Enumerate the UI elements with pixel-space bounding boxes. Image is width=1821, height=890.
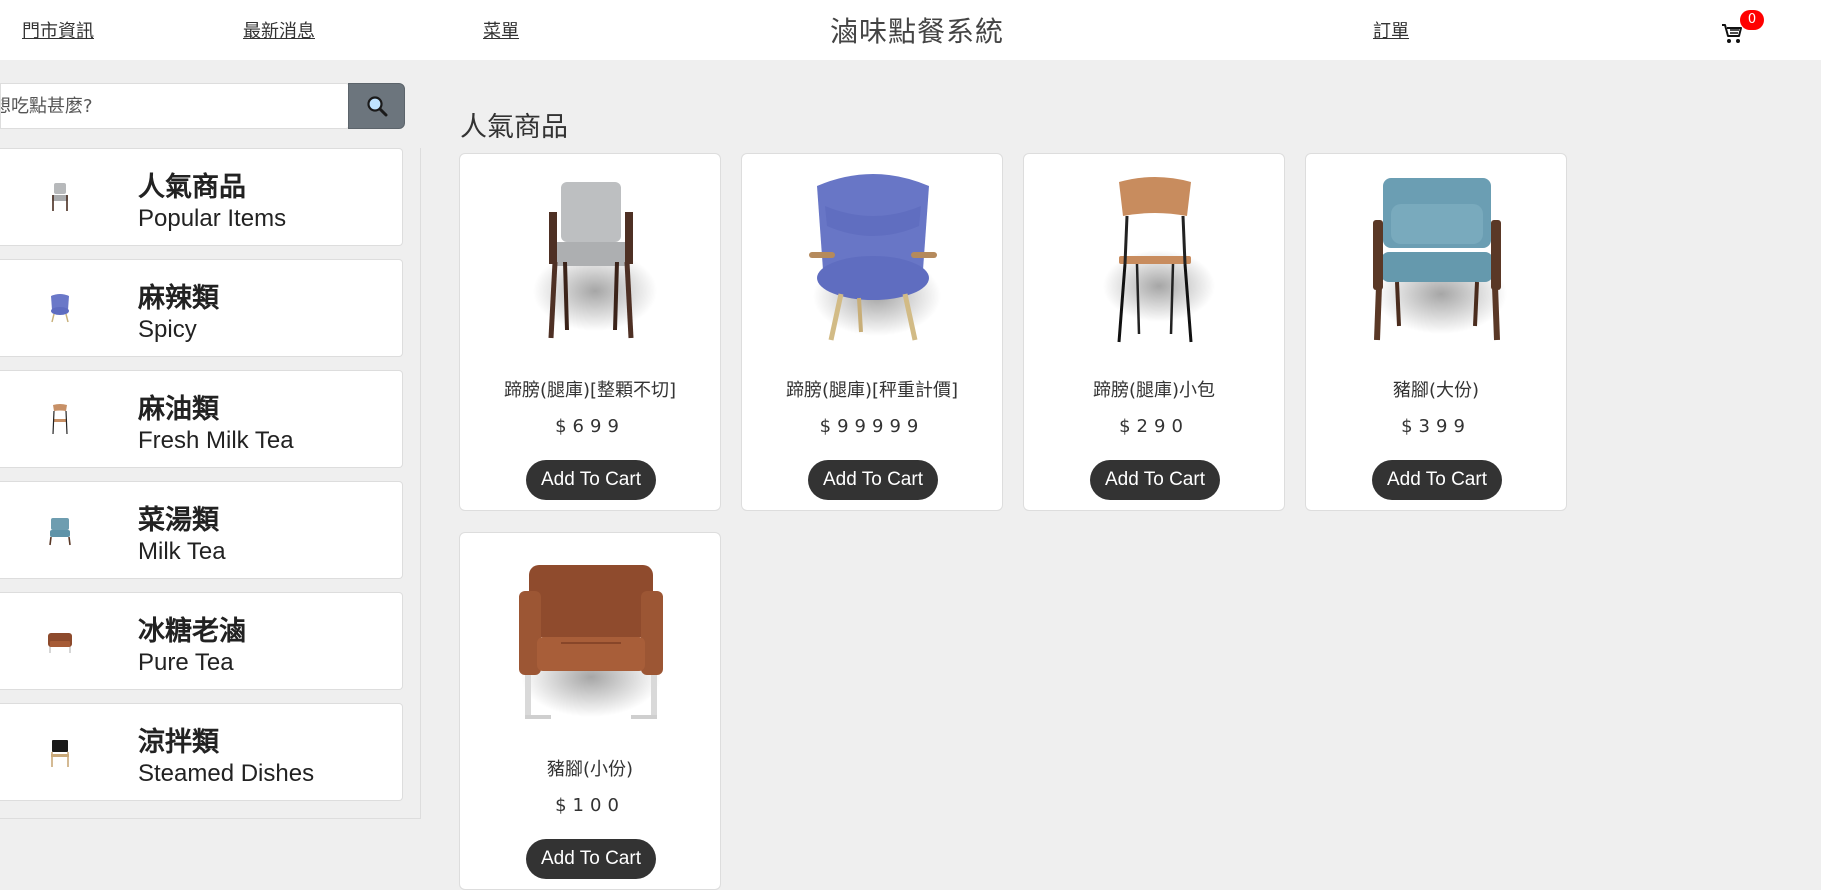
category-name-zh: 菜湯類 [138,505,219,536]
chair-blue-thumbnail [51,294,69,323]
category-list: 人氣商品 Popular Items 麻辣類 Spicy 麻油類 Fresh M [0,148,421,819]
product-price: $99999 [819,416,925,437]
chair-brown-image [519,565,663,719]
cart-icon[interactable] [1720,22,1744,46]
category-name-en: Steamed Dishes [138,760,315,787]
product-card: 蹄膀(腿庫)小包 $290 Add To Cart [1023,153,1285,511]
category-cold-dishes[interactable]: 涼拌類 Steamed Dishes [0,703,403,801]
search-input[interactable] [1,84,347,128]
search-icon [367,96,388,117]
nav-news-link[interactable]: 最新消息 [243,17,315,43]
category-name-en: Fresh Milk Tea [138,427,294,454]
site-title: 滷味點餐系統 [830,15,1005,48]
product-card: 蹄膀(腿庫)[整顆不切] $699 Add To Cart [459,153,721,511]
category-sesame-oil[interactable]: 麻油類 Fresh Milk Tea [0,370,403,468]
product-card: 豬腳(大份) $399 Add To Cart [1305,153,1567,511]
top-navbar: 門市資訊 最新消息 菜單 滷味點餐系統 訂單 0 [0,0,1821,60]
add-to-cart-button[interactable]: Add To Cart [526,839,656,879]
add-to-cart-button[interactable]: Add To Cart [808,460,938,500]
category-sidebar: 人氣商品 Popular Items 麻辣類 Spicy 麻油類 Fresh M [0,60,421,820]
product-price: $399 [1401,416,1471,437]
product-card: 蹄膀(腿庫)[秤重計價] $99999 Add To Cart [741,153,1003,511]
category-name-zh: 人氣商品 [138,172,246,203]
product-name: 豬腳(大份) [1392,380,1480,401]
product-name: 蹄膀(腿庫)小包 [1092,380,1216,401]
add-to-cart-button[interactable]: Add To Cart [526,460,656,500]
nav-menu-link[interactable]: 菜單 [483,17,519,43]
nav-orders-link[interactable]: 訂單 [1373,17,1409,43]
add-to-cart-button[interactable]: Add To Cart [1090,460,1220,500]
category-name-en: Milk Tea [138,538,226,565]
product-card: 豬腳(小份) $100 Add To Cart [459,532,721,890]
category-rock-sugar[interactable]: 冰糖老滷 Pure Tea [0,592,403,690]
category-name-zh: 冰糖老滷 [138,616,246,647]
product-price: $100 [555,795,625,816]
chair-gray-thumbnail [52,183,68,211]
chair-wood-thumbnail [52,404,68,435]
cart-count-badge: 0 [1740,10,1764,30]
category-name-en: Spicy [138,316,197,343]
category-name-en: Pure Tea [138,649,234,676]
chair-teal-image [1373,178,1507,341]
category-name-zh: 涼拌類 [138,727,219,758]
product-price: $290 [1119,416,1189,437]
category-name-zh: 麻油類 [138,394,219,425]
category-name-en: Popular Items [138,205,287,232]
product-name: 蹄膀(腿庫)[整顆不切] [503,380,677,401]
chair-blue-image [809,174,941,341]
add-to-cart-button[interactable]: Add To Cart [1372,460,1502,500]
product-name: 豬腳(小份) [546,759,634,780]
category-popular-items[interactable]: 人氣商品 Popular Items [0,148,403,246]
chair-teal-thumbnail [49,518,71,546]
section-title: 人氣商品 [460,112,568,143]
category-spicy[interactable]: 麻辣類 Spicy [0,259,403,357]
product-name: 蹄膀(腿庫)[秤重計價] [785,380,959,401]
search-button[interactable] [348,83,405,129]
chair-gray-image [533,182,657,339]
chair-black-thumbnail [51,740,69,767]
category-veg-soup[interactable]: 菜湯類 Milk Tea [0,481,403,579]
nav-store-info-link[interactable]: 門市資訊 [22,17,94,43]
product-price: $699 [555,416,625,437]
search-box [0,83,350,129]
chair-brown-thumbnail [48,633,72,653]
category-name-zh: 麻辣類 [138,283,219,314]
chair-wood-image [1103,177,1215,343]
